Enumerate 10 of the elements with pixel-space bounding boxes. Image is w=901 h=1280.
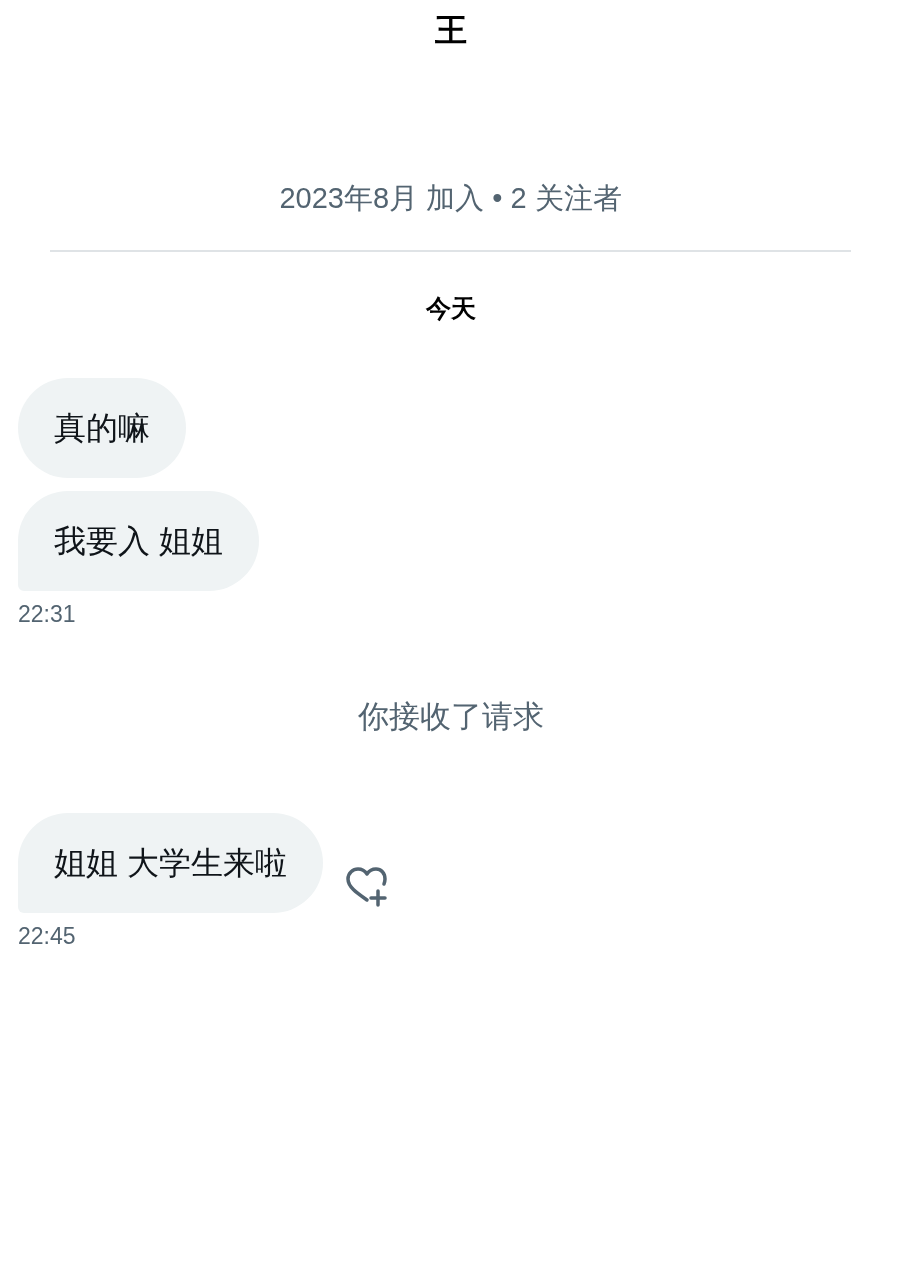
message-time: 22:31 bbox=[18, 600, 76, 629]
request-notice: 你接收了请求 bbox=[357, 698, 544, 736]
heart-plus-icon[interactable] bbox=[344, 867, 389, 907]
message-bubble: 姐姐 大学生来啦 bbox=[18, 813, 323, 913]
chat-title: 王 bbox=[434, 11, 467, 50]
message-bubble: 真的嘛 bbox=[18, 378, 186, 478]
message-time: 22:45 bbox=[18, 922, 76, 951]
day-label: 今天 bbox=[425, 293, 476, 324]
message-bubble: 我要入 姐姐 bbox=[18, 491, 259, 591]
profile-meta: 2023年8月 加入 • 2 关注者 bbox=[279, 181, 622, 216]
